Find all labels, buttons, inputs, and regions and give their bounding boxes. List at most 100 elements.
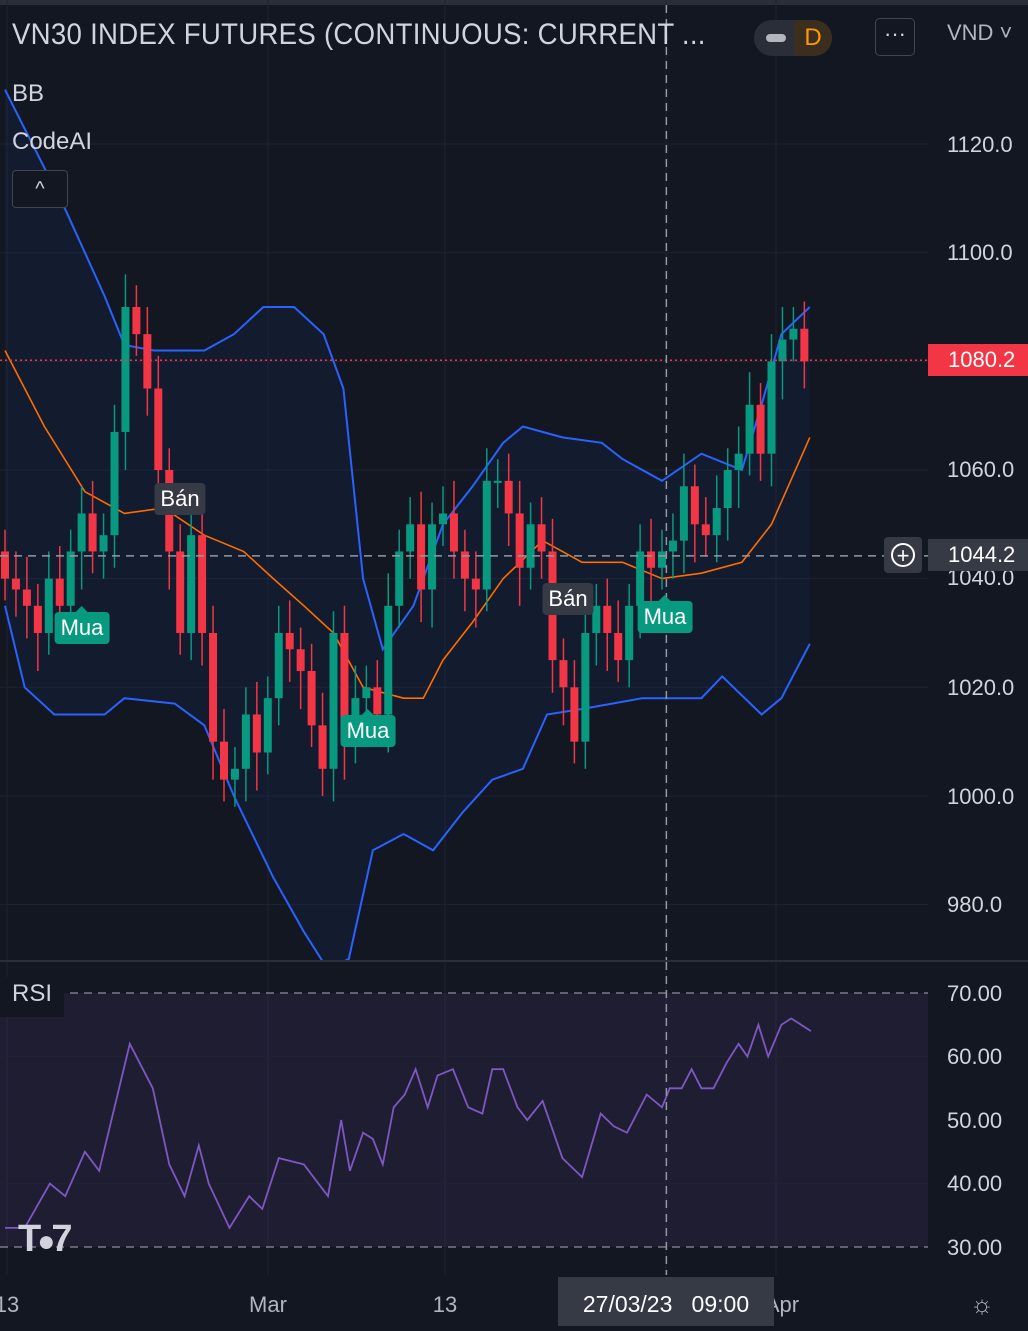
add-order-button[interactable]: + [884,537,922,573]
time-label: 13 [432,1292,458,1317]
candle-body [625,605,634,661]
candle-body [110,431,119,536]
candle-body [318,725,327,769]
candle-body [220,741,228,780]
candle-body [395,551,404,606]
rsi-chart[interactable] [0,962,1028,1275]
plus-icon: + [891,543,915,567]
candle-body [701,524,710,536]
candle-body [537,524,546,552]
buy-signal: Mua [637,595,693,633]
crosshair-time-label: 27/03/23 09:00 [558,1277,774,1326]
candle-body [712,508,721,536]
interval-pill[interactable]: D [754,20,832,56]
more-button[interactable]: ··· [875,18,915,56]
candle-body [789,328,798,340]
candle-body [132,306,141,335]
candle-body [592,605,601,633]
candle-body [274,632,283,699]
candle-body [800,328,809,362]
price-chart[interactable] [0,0,1028,960]
candle-body [526,524,535,568]
interval-daily[interactable]: D [794,20,832,56]
rsi-tick: 30.00 [947,1235,1003,1260]
rsi-tick: 50.00 [947,1108,1003,1133]
price-tick: 1020.0 [947,675,1015,700]
candle-body [690,486,699,525]
candle-body [493,480,502,483]
candle-body [198,535,207,633]
candle-body [362,687,371,699]
candle-body [285,632,294,650]
candle-body [143,334,152,389]
candle-body [77,513,86,552]
candle-body [406,524,415,552]
rsi-tick: 70.00 [947,981,1003,1006]
candle-body [778,339,787,362]
tradingview-logo[interactable]: T●7 [18,1218,73,1261]
candle-body [154,388,163,470]
candle-body [647,551,656,568]
candle-body [373,687,382,715]
indicator-rsi[interactable]: RSI [0,977,65,1017]
candle-body [252,714,261,753]
candle-body [307,671,316,726]
time-label: Mar [249,1292,287,1317]
candle-body [745,404,754,454]
candle-body [636,551,645,606]
candle-body [756,404,765,454]
candle-body [329,632,338,769]
candle-body [679,486,688,541]
candle-body [482,480,491,590]
candle-body [449,513,458,552]
candle-body [66,551,75,606]
candle-body [176,551,185,633]
candle-body [658,551,666,568]
sell-signal: Bán [542,583,594,615]
candle-body [55,578,64,606]
candle-body [88,513,97,552]
candle-body [614,632,623,661]
candle-body [767,361,776,454]
candle-body [515,513,524,568]
candle-body [241,714,250,769]
candle-body [121,306,130,432]
candle-body [723,469,732,509]
indicator-bb[interactable]: BB [12,80,44,108]
price-tick: 1060.0 [947,457,1015,482]
candle-body [33,605,42,633]
rsi-tick: 60.00 [947,1044,1003,1069]
candle-body [581,632,590,742]
rsi-tick: 40.00 [947,1171,1003,1196]
price-tick: 1120.0 [947,132,1013,157]
candle-body [263,698,272,753]
candle-body [99,535,108,552]
price-tick: 1100.0 [947,240,1013,265]
candle-body [230,768,239,780]
indicator-codeai[interactable]: CodeAI [12,128,92,156]
collapse-indicators-button[interactable]: ^ [12,170,68,208]
buy-signal: Mua [54,606,110,644]
crosshair-price-label: 1044.2 [928,539,1028,571]
candle-body [384,605,393,715]
candle-body [734,453,743,470]
price-tick: 1000.0 [947,784,1015,809]
last-price-label: 1080.2 [928,344,1028,376]
currency-select[interactable]: VND ˅ [947,20,1012,46]
candle-body [209,632,218,742]
candle-body [44,578,53,633]
gear-icon[interactable]: ☼ [968,1290,996,1318]
candle-body [570,687,579,742]
symbol-title[interactable]: VN30 INDEX FUTURES (CONTINUOUS: CURRENT … [12,18,706,52]
minus-icon [766,34,786,42]
chevron-up-icon: ^ [35,177,45,200]
price-tick: 980.0 [947,892,1003,917]
candle-body [296,649,305,672]
buy-signal: Mua [340,709,396,747]
candle-body [187,535,196,633]
candle-body [439,513,447,525]
candle-body [22,589,31,606]
time-label: 13 [0,1292,20,1317]
candle-body [11,578,20,590]
candle-body [428,524,437,590]
